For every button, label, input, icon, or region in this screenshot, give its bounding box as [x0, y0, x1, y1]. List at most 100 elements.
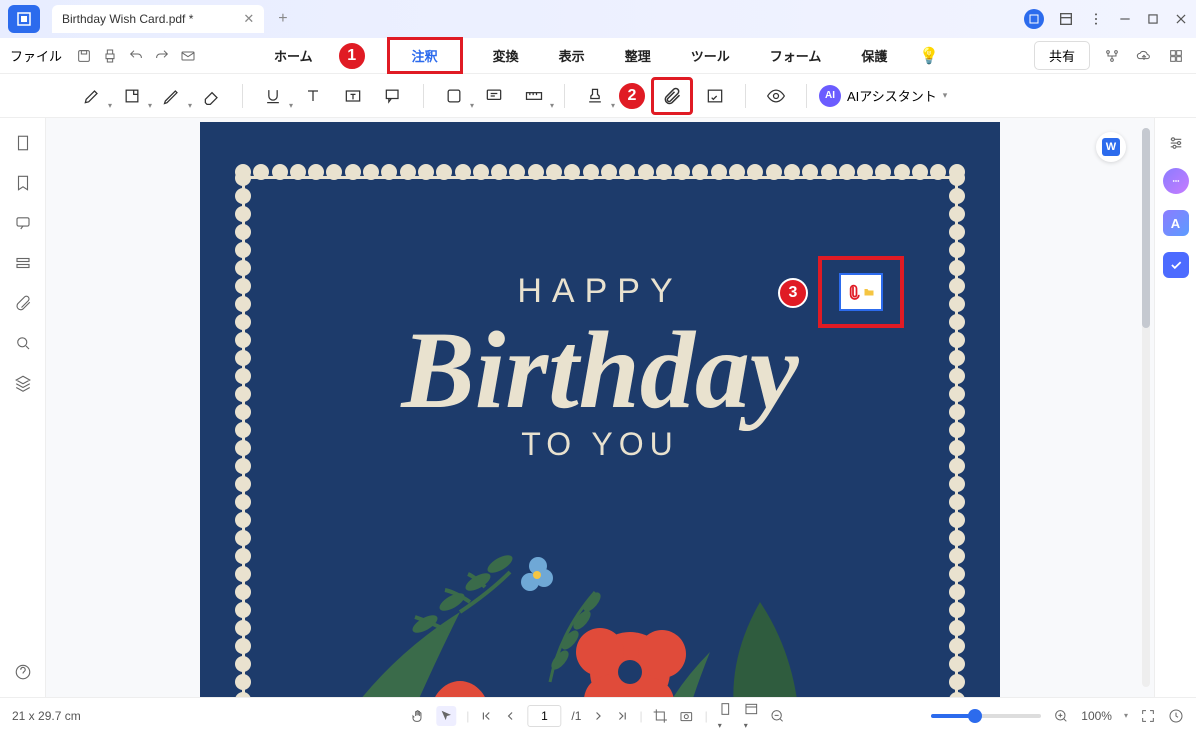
- status-center: | /1 | | ▾ ▾: [410, 701, 785, 731]
- attachment-annotation[interactable]: 3: [818, 256, 904, 328]
- underline-tool[interactable]: [255, 80, 291, 112]
- card-line3: TO YOU: [200, 426, 1000, 463]
- left-sidebar: [0, 118, 46, 697]
- status-bar: 21 x 29.7 cm | /1 | | ▾ ▾ 100%▾: [0, 697, 1196, 733]
- attachment-panel-icon[interactable]: [14, 294, 32, 312]
- tab-tools[interactable]: ツール: [681, 40, 740, 71]
- next-page-icon[interactable]: [591, 709, 605, 723]
- tab-organize[interactable]: 整理: [615, 40, 661, 71]
- save-icon[interactable]: [74, 46, 94, 66]
- new-tab-button[interactable]: +: [278, 10, 287, 28]
- eraser-tool[interactable]: [194, 80, 230, 112]
- file-menu[interactable]: ファイル: [10, 46, 62, 65]
- tab-view[interactable]: 表示: [549, 40, 595, 71]
- share-button[interactable]: 共有: [1034, 41, 1090, 70]
- search-panel-icon[interactable]: [14, 334, 32, 352]
- tab-annotate[interactable]: 注釈: [387, 37, 463, 74]
- document-tab[interactable]: Birthday Wish Card.pdf * ✕: [52, 5, 264, 33]
- main-area: W HAPPY Birthday TO YOU 3: [0, 118, 1196, 697]
- tab-form[interactable]: フォーム: [760, 40, 832, 71]
- bookmark-icon[interactable]: [14, 174, 32, 192]
- pencil-tool[interactable]: [154, 80, 190, 112]
- snapshot-icon[interactable]: [679, 708, 695, 724]
- signature-tool[interactable]: [697, 80, 733, 112]
- tab-title: Birthday Wish Card.pdf *: [62, 12, 193, 26]
- shape-tool[interactable]: [436, 80, 472, 112]
- prev-page-icon[interactable]: [503, 709, 517, 723]
- attachment-tool[interactable]: [651, 77, 693, 115]
- page-dimensions: 21 x 29.7 cm: [12, 709, 81, 723]
- hand-tool-icon[interactable]: [410, 708, 426, 724]
- lightbulb-icon[interactable]: 💡: [917, 44, 941, 68]
- crop-icon[interactable]: [653, 708, 669, 724]
- redo-icon[interactable]: [152, 46, 172, 66]
- title-bar: Birthday Wish Card.pdf * ✕ +: [0, 0, 1196, 38]
- panel-icon[interactable]: [1058, 11, 1074, 27]
- annotation-toolbar: 2 AI AIアシスタント ▾: [0, 74, 1196, 118]
- stamp-tool[interactable]: [577, 80, 613, 112]
- textbox-tool[interactable]: [335, 80, 371, 112]
- scrollbar-thumb[interactable]: [1142, 128, 1150, 328]
- translate-icon[interactable]: A: [1163, 210, 1189, 236]
- card-line2: Birthday: [200, 321, 1000, 420]
- separator: [745, 84, 746, 108]
- check-icon[interactable]: [1163, 252, 1189, 278]
- close-tab-icon[interactable]: ✕: [243, 11, 254, 27]
- hide-annotations-tool[interactable]: [758, 80, 794, 112]
- first-page-icon[interactable]: [479, 709, 493, 723]
- separator: [564, 84, 565, 108]
- ai-badge-icon: AI: [819, 85, 841, 107]
- single-page-icon[interactable]: ▾: [718, 701, 734, 731]
- help-icon[interactable]: [14, 663, 32, 681]
- page-total: /1: [571, 709, 581, 723]
- grid-icon[interactable]: [1166, 46, 1186, 66]
- separator: [423, 84, 424, 108]
- paperclip-icon: [846, 281, 860, 303]
- email-icon[interactable]: [178, 46, 198, 66]
- page-number-input[interactable]: [527, 705, 561, 727]
- print-icon[interactable]: [100, 46, 120, 66]
- minimize-icon[interactable]: [1118, 12, 1132, 26]
- tab-home[interactable]: ホーム: [264, 40, 323, 71]
- attachment-icon-group: [839, 273, 883, 311]
- thumbnails-icon[interactable]: [14, 134, 32, 152]
- comment-tool[interactable]: [476, 80, 512, 112]
- chat-icon[interactable]: [1163, 168, 1189, 194]
- properties-icon[interactable]: [1167, 134, 1185, 152]
- maximize-icon[interactable]: [1146, 12, 1160, 26]
- app-logo: [8, 5, 40, 33]
- menu-tabs: ホーム 1 注釈 変換 表示 整理 ツール フォーム 保護 💡: [264, 37, 941, 74]
- fit-screen-icon[interactable]: [1140, 708, 1156, 724]
- select-tool-icon[interactable]: [436, 706, 456, 726]
- menu-bar: ファイル ホーム 1 注釈 変換 表示 整理 ツール フォーム 保護 💡 共有: [0, 38, 1196, 74]
- callout-tool[interactable]: [375, 80, 411, 112]
- sitemap-icon[interactable]: [1102, 46, 1122, 66]
- more-icon[interactable]: [1088, 11, 1104, 27]
- text-tool[interactable]: [295, 80, 331, 112]
- zoom-out-icon[interactable]: [770, 708, 786, 724]
- status-right: 100%▾: [931, 708, 1184, 724]
- word-export-button[interactable]: W: [1096, 132, 1126, 162]
- comment-panel-icon[interactable]: [14, 214, 32, 232]
- last-page-icon[interactable]: [615, 709, 629, 723]
- ai-assistant-button[interactable]: AI AIアシスタント ▾: [819, 85, 947, 107]
- layers-icon[interactable]: [14, 374, 32, 392]
- note-tool[interactable]: [114, 80, 150, 112]
- menu-right: 共有: [1034, 41, 1186, 70]
- zoom-in-icon[interactable]: [1053, 708, 1069, 724]
- undo-icon[interactable]: [126, 46, 146, 66]
- fields-icon[interactable]: [14, 254, 32, 272]
- brand-icon[interactable]: [1024, 9, 1044, 29]
- read-mode-icon[interactable]: ▾: [744, 701, 760, 731]
- history-icon[interactable]: [1168, 708, 1184, 724]
- separator: [242, 84, 243, 108]
- cloud-upload-icon[interactable]: [1134, 46, 1154, 66]
- tab-convert[interactable]: 変換: [483, 40, 529, 71]
- tab-protect[interactable]: 保護: [851, 40, 897, 71]
- close-window-icon[interactable]: [1174, 12, 1188, 26]
- canvas[interactable]: W HAPPY Birthday TO YOU 3: [46, 118, 1154, 697]
- highlight-tool[interactable]: [74, 80, 110, 112]
- measure-tool[interactable]: [516, 80, 552, 112]
- zoom-slider[interactable]: [931, 714, 1041, 718]
- step-1-badge: 1: [337, 41, 367, 71]
